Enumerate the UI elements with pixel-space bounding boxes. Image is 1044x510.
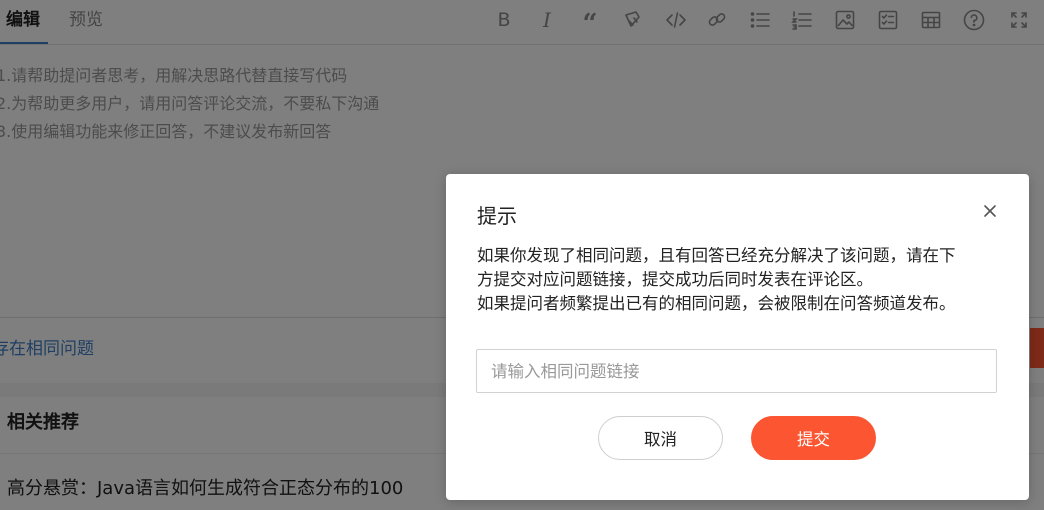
dialog-title: 提示 — [477, 204, 517, 228]
dialog-message: 如果你发现了相同问题，且有回答已经充分解决了该问题，请在下 方提交对应问题链接，… — [477, 244, 1002, 316]
dialog-message-line: 如果你发现了相同问题，且有回答已经充分解决了该问题，请在下 — [477, 246, 956, 265]
same-question-dialog: 提示 如果你发现了相同问题，且有回答已经充分解决了该问题，请在下 方提交对应问题… — [446, 174, 1029, 500]
cancel-button[interactable]: 取消 — [598, 416, 723, 460]
dialog-message-line: 如果提问者频繁提出已有的相同问题，会被限制在问答频道发布。 — [477, 294, 956, 313]
same-question-link-input[interactable] — [476, 349, 997, 393]
dialog-message-line: 方提交对应问题链接，提交成功后同时发表在评论区。 — [477, 270, 873, 289]
submit-button[interactable]: 提交 — [751, 416, 876, 460]
close-icon[interactable] — [981, 202, 999, 220]
